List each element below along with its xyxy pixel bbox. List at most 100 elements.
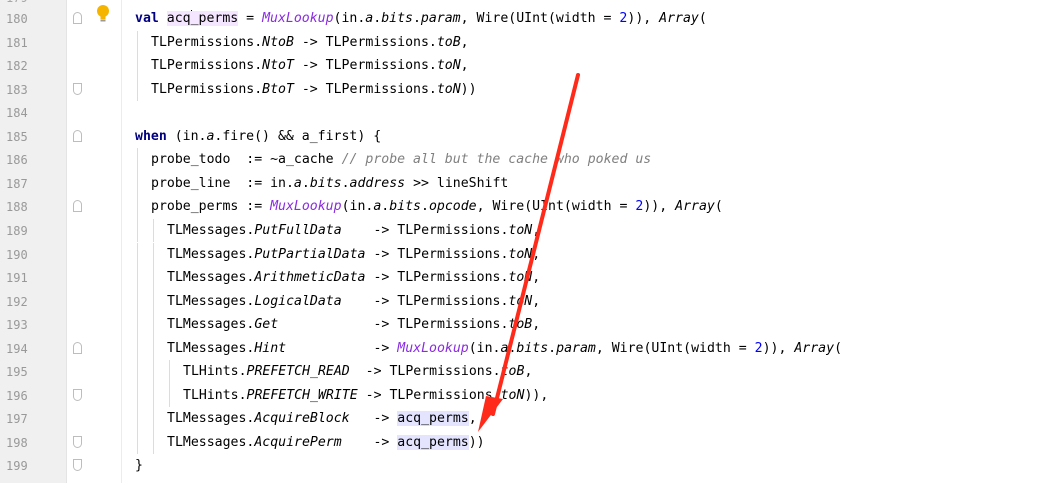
code-text[interactable]: TLMessages.AcquirePerm -> acq_perms)): [167, 434, 485, 451]
code-text[interactable]: TLMessages.ArithmeticData -> TLPermissio…: [167, 269, 540, 286]
field-token: bits: [516, 340, 549, 356]
code-token: .fire() && a_first) {: [214, 128, 382, 144]
fold-expand-icon[interactable]: [73, 12, 82, 24]
code-text[interactable]: TLMessages.Get -> TLPermissions.toB,: [167, 316, 540, 333]
code-line[interactable]: 184: [0, 101, 1044, 125]
field-token: toN: [508, 246, 533, 262]
field-token: toB: [436, 34, 461, 50]
fold-collapse-icon[interactable]: [73, 435, 82, 448]
line-number: 185: [6, 129, 28, 144]
code-text[interactable]: TLMessages.PutFullData -> TLPermissions.…: [167, 222, 540, 239]
line-number: 191: [6, 271, 28, 286]
code-line[interactable]: 196 TLHints.PREFETCH_WRITE -> TLPermissio…: [0, 383, 1044, 408]
code-token: TLMessages.: [167, 411, 255, 427]
code-token: ,: [468, 411, 477, 427]
code-line[interactable]: 181 TLPermissions.NtoB -> TLPermissions.t…: [0, 30, 1044, 55]
code-line[interactable]: 185 when (in.a.fire() && a_first) {: [0, 125, 1044, 149]
code-line[interactable]: 186 probe_todo := ~a_cache // probe all b…: [0, 148, 1044, 172]
keyword-token: val: [135, 11, 167, 26]
code-line[interactable]: 195 TLHints.PREFETCH_READ -> TLPermission…: [0, 360, 1044, 384]
code-line[interactable]: 193 TLMessages.Get -> TLPermissions.toB,: [0, 313, 1044, 337]
field-token: Array: [675, 199, 715, 215]
line-number: 194: [6, 341, 28, 356]
indent-guide: [137, 289, 138, 314]
code-line[interactable]: 194 TLMessages.Hint -> MuxLookup(in.a.bit…: [0, 336, 1044, 361]
fold-collapse-icon[interactable]: [73, 82, 82, 95]
code-line[interactable]: 197 TLMessages.AcquireBlock -> acq_perms,: [0, 407, 1044, 431]
code-line[interactable]: 198 TLMessages.AcquirePerm -> acq_perms)): [0, 430, 1044, 455]
code-token: -> TLPermissions.: [365, 246, 509, 262]
field-token: param: [556, 340, 596, 356]
code-token: (in.: [341, 199, 374, 215]
line-number: 199: [6, 459, 28, 474]
indent-guide: [153, 242, 154, 267]
code-line[interactable]: 188 probe_perms := MuxLookup(in.a.bits.op…: [0, 195, 1044, 219]
fold-collapse-icon[interactable]: [73, 459, 82, 472]
code-token: )): [643, 199, 660, 215]
indent-guide: [137, 242, 138, 267]
code-text[interactable]: val acq_perms = MuxLookup(in.a.bits.para…: [135, 10, 707, 27]
fold-expand-icon[interactable]: [73, 341, 82, 354]
code-line[interactable]: 199}: [0, 454, 1044, 478]
code-text[interactable]: TLHints.PREFETCH_READ -> TLPermissions.t…: [183, 363, 532, 380]
field-token: AcquirePerm: [254, 434, 342, 450]
code-token: probe_todo := ~a_cache: [151, 152, 342, 168]
line-number: 181: [6, 35, 28, 50]
indent-guide: [137, 218, 138, 243]
code-text[interactable]: TLPermissions.NtoT -> TLPermissions.toN,: [151, 57, 469, 74]
code-text[interactable]: TLMessages.LogicalData -> TLPermissions.…: [167, 293, 540, 310]
function-token: MuxLookup: [262, 11, 334, 26]
indent-guide: [137, 360, 138, 384]
field-token: bits: [309, 175, 342, 191]
fold-collapse-icon[interactable]: [73, 388, 82, 401]
code-line[interactable]: 191 TLMessages.ArithmeticData -> TLPermis…: [0, 266, 1044, 290]
indent-guide: [153, 383, 154, 408]
code-text[interactable]: TLPermissions.NtoB -> TLPermissions.toB,: [151, 34, 469, 51]
field-token: LogicalData: [254, 293, 342, 309]
indent-guide: [137, 77, 138, 102]
code-line[interactable]: 182 TLPermissions.NtoT -> TLPermissions.t…: [0, 54, 1044, 78]
field-token: toN: [508, 222, 533, 238]
code-token: .: [373, 11, 382, 26]
field-token: toN: [500, 387, 525, 403]
fold-expand-icon[interactable]: [73, 129, 82, 142]
code-text[interactable]: probe_perms := MuxLookup(in.a.bits.opcod…: [151, 198, 723, 215]
code-line[interactable]: 190 TLMessages.PutPartialData -> TLPermis…: [0, 242, 1044, 267]
indent-guide: [153, 313, 154, 337]
indent-guide: [137, 54, 138, 78]
field-token: NtoB: [262, 34, 294, 50]
field-token: ArithmeticData: [254, 270, 366, 286]
field-token: BtoT: [262, 81, 294, 97]
code-text[interactable]: TLMessages.PutPartialData -> TLPermissio…: [167, 246, 540, 263]
code-line[interactable]: 183 TLPermissions.BtoT -> TLPermissions.t…: [0, 77, 1044, 102]
field-token: toB: [508, 317, 533, 333]
indent-guide: [137, 30, 138, 55]
code-text[interactable]: TLPermissions.BtoT -> TLPermissions.toN)…: [151, 81, 477, 98]
code-token: >> lineShift: [405, 175, 509, 191]
indent-guide: [169, 360, 170, 384]
code-token: , Wire(UInt(width =: [476, 199, 636, 215]
code-text[interactable]: TLHints.PREFETCH_WRITE -> TLPermissions.…: [183, 387, 548, 404]
code-text[interactable]: TLMessages.Hint -> MuxLookup(in.a.bits.p…: [167, 340, 842, 357]
code-text[interactable]: TLMessages.AcquireBlock -> acq_perms,: [167, 410, 477, 427]
code-line[interactable]: 189 TLMessages.PutFullData -> TLPermissio…: [0, 218, 1044, 243]
code-text[interactable]: probe_todo := ~a_cache // probe all but …: [151, 151, 651, 168]
fold-expand-icon[interactable]: [73, 200, 82, 213]
code-text[interactable]: when (in.a.fire() && a_first) {: [135, 128, 381, 145]
indent-guide: [153, 218, 154, 243]
field-token: toN: [508, 270, 533, 286]
code-text[interactable]: }: [135, 457, 143, 474]
line-number: 180: [6, 12, 28, 26]
code-text[interactable]: probe_line := in.a.bits.address >> lineS…: [151, 175, 508, 192]
code-line[interactable]: 187 probe_line := in.a.bits.address >> li…: [0, 171, 1044, 196]
code-line[interactable]: 192 TLMessages.LogicalData -> TLPermissio…: [0, 289, 1044, 314]
code-token: -> TLPermissions.: [341, 222, 509, 238]
line-number: 192: [6, 294, 28, 309]
field-token: NtoT: [262, 58, 294, 74]
code-token: ,: [532, 270, 541, 286]
code-line[interactable]: 180 val acq_perms = MuxLookup(in.a.bits.p…: [0, 7, 1044, 31]
field-token: Array: [659, 11, 699, 26]
code-token: -> TLPermissions.: [365, 270, 509, 286]
field-token: toN: [436, 58, 461, 74]
line-number: 195: [6, 365, 28, 380]
